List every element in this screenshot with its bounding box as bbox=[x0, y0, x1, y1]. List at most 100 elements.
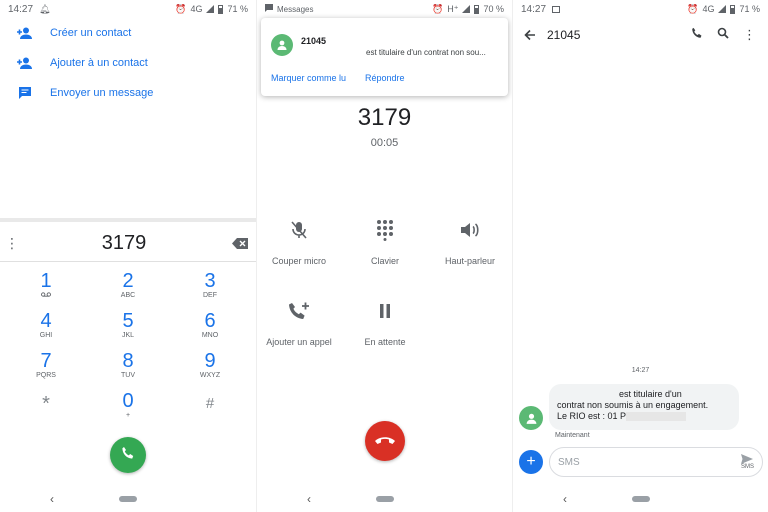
hold-button[interactable]: En attente bbox=[345, 299, 425, 347]
pause-icon bbox=[345, 299, 425, 323]
key-digit: 7 bbox=[40, 350, 52, 372]
message-line: est titulaire d'un bbox=[619, 389, 682, 399]
nav-home-pill[interactable] bbox=[631, 496, 650, 502]
messages-panel: 14:27 ⏰ 4G 71 % 21045 ⋮ 14:27 est titula… bbox=[512, 0, 768, 512]
message-timestamp: 14:27 bbox=[631, 367, 650, 374]
keypad-button[interactable]: Clavier bbox=[345, 218, 425, 266]
nav-back-icon[interactable]: ‹ bbox=[50, 492, 54, 506]
person-add-icon bbox=[0, 27, 50, 39]
reply-button[interactable]: Répondre bbox=[365, 73, 405, 83]
dial-key-0[interactable]: 0 + bbox=[103, 390, 153, 419]
message-bubble[interactable]: est titulaire d'un contrat non soumis à … bbox=[549, 384, 739, 430]
speaker-icon bbox=[430, 218, 510, 242]
key-digit: 6 bbox=[204, 310, 216, 332]
message-line: contrat non soumis à un engagement. bbox=[557, 400, 709, 410]
battery-level: 70 % bbox=[483, 4, 504, 14]
send-icon bbox=[741, 454, 754, 464]
add-call-button[interactable]: Ajouter un appel bbox=[259, 299, 339, 347]
network-type: H⁺ bbox=[447, 3, 459, 14]
dialed-number-bar: ⋮ 3179 bbox=[0, 226, 256, 262]
dial-key-9[interactable]: 9 WXYZ bbox=[185, 350, 235, 379]
dialed-number[interactable]: 3179 bbox=[24, 232, 224, 255]
system-nav-bar: ‹ bbox=[0, 486, 256, 512]
key-digit: 8 bbox=[122, 350, 134, 372]
alarm-icon: ⏰ bbox=[687, 3, 699, 14]
contact-avatar[interactable] bbox=[519, 406, 543, 430]
key-letters: JKL bbox=[121, 332, 135, 339]
more-options-icon[interactable]: ⋮ bbox=[0, 235, 24, 252]
end-call-button[interactable] bbox=[365, 421, 405, 461]
dial-key-1[interactable]: 1 bbox=[21, 270, 71, 299]
key-letters: WXYZ bbox=[199, 372, 221, 379]
notification-app-header: Messages bbox=[265, 0, 313, 18]
notification-bell-icon: 🔔︎ bbox=[39, 3, 51, 14]
signal-icon bbox=[462, 5, 471, 13]
dial-key-7[interactable]: 7 PQRS bbox=[21, 350, 71, 379]
mute-button[interactable]: Couper micro bbox=[259, 218, 339, 266]
dialer-panel: 14:27 🔔︎ ⏰ 4G 71 % Créer un contact Ajou… bbox=[0, 0, 256, 512]
backspace-icon[interactable] bbox=[224, 238, 256, 249]
key-digit: 2 bbox=[122, 270, 134, 292]
phone-icon[interactable] bbox=[691, 26, 703, 44]
add-call-icon bbox=[259, 299, 339, 323]
hold-label: En attente bbox=[364, 337, 406, 347]
send-message-item[interactable]: Envoyer un message bbox=[0, 78, 256, 108]
status-time: 14:27 bbox=[521, 3, 547, 15]
nav-home-pill[interactable] bbox=[119, 496, 137, 502]
alarm-icon: ⏰ bbox=[432, 3, 444, 14]
dial-key-8[interactable]: 8 TUV bbox=[103, 350, 153, 379]
conversation-app-bar: 21045 ⋮ bbox=[513, 18, 768, 52]
message-status: Maintenant bbox=[555, 432, 590, 439]
dial-key-star[interactable]: * bbox=[21, 393, 71, 415]
key-digit: 9 bbox=[204, 350, 216, 372]
more-options-icon[interactable]: ⋮ bbox=[743, 27, 756, 43]
status-bar: 14:27 ⏰ 4G 71 % bbox=[513, 0, 768, 18]
battery-icon bbox=[730, 4, 736, 14]
compose-field[interactable]: SMS SMS bbox=[549, 447, 763, 477]
dial-key-3[interactable]: 3 DEF bbox=[185, 270, 235, 299]
person-icon bbox=[277, 40, 287, 50]
mic-off-icon bbox=[259, 218, 339, 242]
status-bar: 14:27 🔔︎ ⏰ 4G 71 % bbox=[0, 0, 256, 18]
nav-back-icon[interactable]: ‹ bbox=[307, 492, 311, 506]
dial-key-4[interactable]: 4 GHI bbox=[21, 310, 71, 339]
call-end-icon bbox=[374, 432, 396, 450]
create-contact-label: Créer un contact bbox=[50, 27, 132, 39]
key-digit: 0 bbox=[122, 390, 134, 412]
key-digit: # bbox=[205, 395, 215, 412]
contact-avatar bbox=[271, 34, 293, 56]
nav-home-pill[interactable] bbox=[375, 496, 394, 502]
dial-key-6[interactable]: 6 MNO bbox=[185, 310, 235, 339]
speaker-button[interactable]: Haut-parleur bbox=[430, 218, 510, 266]
add-attachment-button[interactable]: + bbox=[519, 450, 543, 474]
key-letters: ABC bbox=[120, 292, 136, 299]
key-letters: GHI bbox=[39, 332, 53, 339]
message-notification[interactable]: 21045 est titulaire d'un contrat non sou… bbox=[261, 18, 508, 96]
system-nav-bar: ‹ bbox=[257, 486, 512, 512]
call-timer: 00:05 bbox=[370, 137, 399, 149]
mark-as-read-button[interactable]: Marquer comme lu bbox=[271, 73, 346, 83]
notification-text: est titulaire d'un contrat non sou... bbox=[366, 48, 486, 57]
dialpad-icon bbox=[345, 218, 425, 242]
message-line: Le RIO est : 01 P bbox=[557, 411, 627, 421]
dial-key-2[interactable]: 2 ABC bbox=[103, 270, 153, 299]
create-contact-item[interactable]: Créer un contact bbox=[0, 18, 256, 48]
key-letters: DEF bbox=[203, 292, 217, 299]
search-icon[interactable] bbox=[717, 26, 729, 44]
call-number: 3179 bbox=[357, 104, 412, 131]
key-digit: 3 bbox=[204, 270, 216, 292]
dial-key-5[interactable]: 5 JKL bbox=[103, 310, 153, 339]
phone-icon bbox=[121, 446, 135, 465]
add-call-label: Ajouter un appel bbox=[266, 337, 332, 347]
send-message-label: Envoyer un message bbox=[50, 87, 154, 99]
send-button[interactable]: SMS bbox=[741, 454, 754, 470]
speaker-label: Haut-parleur bbox=[444, 256, 496, 266]
dial-key-hash[interactable]: # bbox=[185, 393, 235, 415]
system-nav-bar: ‹ bbox=[513, 486, 768, 512]
call-button[interactable] bbox=[110, 437, 146, 473]
back-arrow-icon[interactable] bbox=[513, 29, 547, 41]
add-to-contact-item[interactable]: Ajouter à un contact bbox=[0, 48, 256, 78]
person-icon bbox=[526, 413, 536, 424]
call-panel: ⏰ H⁺ 70 % Messages 21045 est titulaire d… bbox=[256, 0, 512, 512]
nav-back-icon[interactable]: ‹ bbox=[563, 492, 567, 506]
